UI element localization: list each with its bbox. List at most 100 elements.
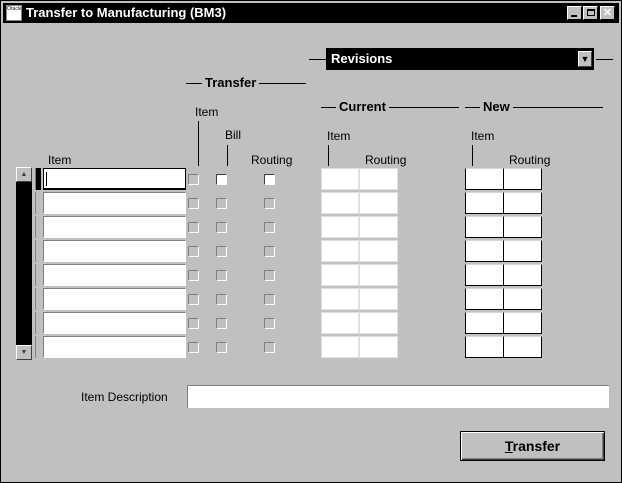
transfer-item-checkbox[interactable] (188, 294, 199, 305)
item-field[interactable] (43, 192, 186, 214)
maximize-button[interactable] (583, 6, 598, 20)
new-routing-field[interactable] (503, 264, 542, 286)
item-field[interactable] (43, 264, 186, 286)
transfer-item-checkbox[interactable] (188, 198, 199, 209)
revisions-select-value: Revisions (331, 51, 393, 66)
item-field[interactable] (43, 312, 186, 334)
current-routing-field[interactable] (359, 240, 398, 262)
current-item-field[interactable] (321, 264, 359, 286)
current-item-field[interactable] (321, 216, 359, 238)
current-item-field[interactable] (321, 240, 359, 262)
item-description-field[interactable] (187, 385, 609, 408)
new-item-field[interactable] (465, 240, 504, 262)
row-selector[interactable] (35, 288, 41, 310)
current-item-tick (328, 145, 329, 166)
transfer-item-checkbox[interactable] (188, 174, 199, 185)
new-item-field[interactable] (465, 168, 504, 190)
close-button[interactable]: ✕ (600, 6, 615, 20)
transfer-bill-checkbox[interactable] (216, 198, 227, 209)
transfer-item-checkbox[interactable] (188, 342, 199, 353)
item-field[interactable] (43, 288, 186, 310)
transfer-bill-column-header: Bill (225, 128, 242, 142)
new-group-label: New (480, 99, 513, 114)
transfer-bill-checkbox[interactable] (216, 294, 227, 305)
current-item-field[interactable] (321, 168, 359, 190)
new-routing-field[interactable] (503, 240, 542, 262)
chevron-down-icon[interactable]: ▼ (578, 51, 592, 67)
row-selector[interactable] (35, 168, 41, 190)
current-routing-field[interactable] (359, 288, 398, 310)
transfer-bill-tick (227, 145, 228, 166)
current-routing-field[interactable] (359, 312, 398, 334)
current-item-field[interactable] (321, 312, 359, 334)
item-field[interactable] (43, 240, 186, 262)
current-routing-field[interactable] (359, 264, 398, 286)
revisions-line-left (309, 59, 326, 60)
new-item-field[interactable] (465, 288, 504, 310)
transfer-item-checkbox[interactable] (188, 222, 199, 233)
transfer-button[interactable]: Transfer (460, 431, 605, 461)
transfer-routing-checkbox[interactable] (264, 318, 275, 329)
current-routing-field[interactable] (359, 336, 398, 358)
transfer-bill-checkbox[interactable] (216, 174, 227, 185)
row-selector[interactable] (35, 192, 41, 214)
row-selector[interactable] (35, 216, 41, 238)
transfer-item-column-header: Item (195, 105, 219, 119)
new-routing-column-header: Routing (509, 153, 551, 167)
new-routing-field[interactable] (503, 192, 542, 214)
new-routing-field[interactable] (503, 288, 542, 310)
row-selector[interactable] (35, 264, 41, 286)
current-routing-field[interactable] (359, 168, 398, 190)
transfer-routing-checkbox[interactable] (264, 246, 275, 257)
new-routing-field[interactable] (503, 216, 542, 238)
current-routing-field[interactable] (359, 192, 398, 214)
scroll-up-icon[interactable]: ▲ (16, 167, 32, 182)
new-routing-field[interactable] (503, 312, 542, 334)
scroll-down-icon[interactable]: ▼ (16, 345, 32, 360)
row-selector[interactable] (35, 240, 41, 262)
records-scrollbar[interactable]: ▲ ▼ (16, 167, 32, 360)
row-selector[interactable] (35, 336, 41, 358)
oracle-app-icon[interactable]: Oracle (6, 5, 22, 21)
current-group-label: Current (336, 99, 389, 114)
row-selector[interactable] (35, 312, 41, 334)
transfer-bill-checkbox[interactable] (216, 318, 227, 329)
new-item-field[interactable] (465, 216, 504, 238)
current-item-field[interactable] (321, 336, 359, 358)
transfer-button-mnemonic: T (504, 438, 513, 454)
current-routing-field[interactable] (359, 216, 398, 238)
new-item-field[interactable] (465, 192, 504, 214)
transfer-item-checkbox[interactable] (188, 318, 199, 329)
new-item-column-header: Item (471, 129, 495, 143)
transfer-routing-checkbox[interactable] (264, 198, 275, 209)
new-routing-field[interactable] (503, 336, 542, 358)
transfer-routing-checkbox[interactable] (264, 294, 275, 305)
transfer-bill-checkbox[interactable] (216, 246, 227, 257)
transfer-routing-checkbox[interactable] (264, 174, 275, 185)
title-bar: Oracle Transfer to Manufacturing (BM3) ✕ (3, 3, 619, 23)
transfer-bill-checkbox[interactable] (216, 342, 227, 353)
transfer-item-checkbox[interactable] (188, 270, 199, 281)
transfer-item-checkbox[interactable] (188, 246, 199, 257)
transfer-item-tick (198, 121, 199, 166)
text-cursor (46, 172, 47, 186)
minimize-button[interactable] (567, 6, 582, 20)
new-item-field[interactable] (465, 264, 504, 286)
transfer-routing-checkbox[interactable] (264, 222, 275, 233)
item-field[interactable] (43, 336, 186, 358)
transfer-bill-checkbox[interactable] (216, 270, 227, 281)
new-item-field[interactable] (465, 336, 504, 358)
current-routing-column-header: Routing (365, 153, 407, 167)
transfer-routing-checkbox[interactable] (264, 270, 275, 281)
item-field[interactable] (43, 216, 186, 238)
new-item-tick (472, 145, 473, 166)
transfer-routing-checkbox[interactable] (264, 342, 275, 353)
current-item-field[interactable] (321, 192, 359, 214)
revisions-select[interactable]: Revisions ▼ (326, 48, 594, 70)
new-item-field[interactable] (465, 312, 504, 334)
transfer-bill-checkbox[interactable] (216, 222, 227, 233)
current-item-field[interactable] (321, 288, 359, 310)
new-routing-field[interactable] (503, 168, 542, 190)
revisions-line-right (596, 59, 613, 60)
item-field[interactable] (43, 168, 186, 190)
